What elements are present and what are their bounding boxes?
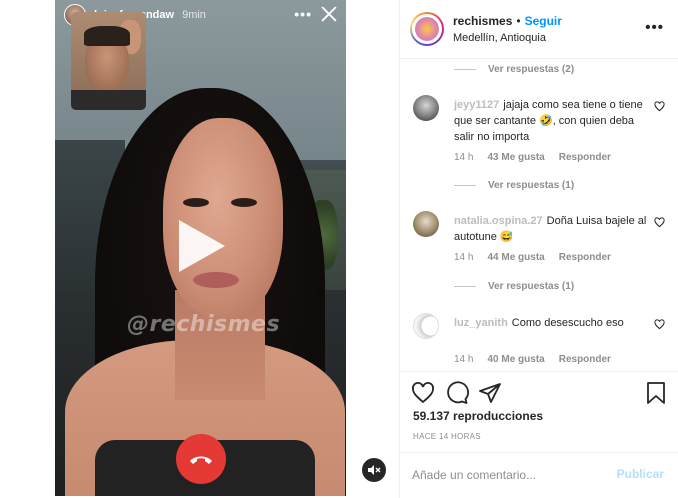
story-more-icon[interactable]: ••• xyxy=(294,6,312,22)
heart-icon[interactable] xyxy=(654,217,665,228)
person-eye-right xyxy=(231,198,257,207)
phone-hangup-icon xyxy=(190,456,212,464)
story-time: 9min xyxy=(182,9,206,21)
post-avatar[interactable] xyxy=(410,12,444,46)
add-comment-bar: Publicar xyxy=(400,452,678,496)
comment-avatar[interactable] xyxy=(413,211,439,237)
reply-button[interactable]: Responder xyxy=(559,152,611,163)
comment-likes[interactable]: 44 Me gusta xyxy=(487,252,544,263)
view-replies-button[interactable]: Ver respuestas (1) xyxy=(454,281,574,292)
reply-button[interactable]: Responder xyxy=(559,252,611,263)
comment-time: 14 h xyxy=(454,252,474,263)
speaker-muted-icon xyxy=(368,465,381,475)
view-replies-label: Ver respuestas (1) xyxy=(488,281,575,292)
comment-meta: 14 h 44 Me gusta Responder xyxy=(454,252,625,263)
comment-meta: 14 h 40 Me gusta Responder xyxy=(454,354,625,365)
view-replies-button[interactable]: Ver respuestas (2) xyxy=(454,64,574,75)
comment-username[interactable]: natalia.ospina.27 xyxy=(454,215,543,227)
post-location[interactable]: Medellín, Antioquia xyxy=(453,32,546,44)
person-eye-left xyxy=(183,198,209,207)
view-replies-button[interactable]: Ver respuestas (1) xyxy=(454,180,574,191)
comment-username[interactable]: jeyy1127 xyxy=(454,99,499,111)
comment-input[interactable] xyxy=(412,465,602,485)
mute-button[interactable] xyxy=(362,458,386,482)
post-avatar-ring xyxy=(412,14,442,44)
replies-dash xyxy=(454,286,476,287)
view-replies-label: Ver respuestas (1) xyxy=(488,180,575,191)
comment-icon[interactable] xyxy=(445,381,469,405)
post-actions: 59.137 reproducciones HACE 14 HORAS xyxy=(400,371,678,458)
pip-hair xyxy=(84,26,130,46)
view-replies-label: Ver respuestas (2) xyxy=(488,64,575,75)
post-username[interactable]: rechismes xyxy=(453,14,512,28)
replies-dash xyxy=(454,185,476,186)
heart-icon[interactable] xyxy=(411,381,435,405)
post-user-line: rechismes • Seguir xyxy=(453,14,562,28)
replies-dash xyxy=(454,69,476,70)
save-icon[interactable] xyxy=(644,381,668,405)
comment-likes[interactable]: 40 Me gusta xyxy=(487,354,544,365)
publish-button[interactable]: Publicar xyxy=(617,467,664,481)
follow-button[interactable]: Seguir xyxy=(525,14,562,28)
comment-text: jeyy1127 jajaja como sea tiene o tiene qu… xyxy=(454,97,650,145)
comment-meta: 14 h 43 Me gusta Responder xyxy=(454,152,625,163)
post-more-icon[interactable]: ••• xyxy=(645,19,664,36)
heart-icon[interactable] xyxy=(654,319,665,330)
pip-shirt xyxy=(71,90,146,110)
comment-avatar[interactable] xyxy=(413,95,439,121)
pip-video[interactable] xyxy=(71,12,146,110)
close-icon[interactable] xyxy=(318,3,340,25)
post-avatar-image xyxy=(415,17,439,41)
comment-time: 14 h xyxy=(454,354,474,365)
reply-button[interactable]: Responder xyxy=(559,354,611,365)
post-timestamp: HACE 14 HORAS xyxy=(413,432,481,441)
share-icon[interactable] xyxy=(478,381,502,405)
post-header: rechismes • Seguir Medellín, Antioquia ••• xyxy=(400,0,678,59)
post-separator: • xyxy=(516,14,521,28)
comment-likes[interactable]: 43 Me gusta xyxy=(487,152,544,163)
comment-username[interactable]: luz_yanith xyxy=(454,317,508,329)
post-panel: rechismes • Seguir Medellín, Antioquia •••… xyxy=(400,0,678,498)
comment-body: Como desescucho eso xyxy=(511,317,624,329)
story-video[interactable]: luisafernandaw 9min ••• @rechismes xyxy=(55,0,346,496)
watermark: @rechismes xyxy=(127,312,281,337)
play-icon[interactable] xyxy=(173,216,229,276)
comment-text: natalia.ospina.27 Doña Luisa bajele al au… xyxy=(454,213,650,245)
comment-text: luz_yanith Como desescucho eso xyxy=(454,315,650,331)
end-call-button[interactable] xyxy=(176,434,226,484)
comments-list[interactable]: Ver respuestas (2) jeyy1127 jajaja como s… xyxy=(400,60,678,370)
views-count[interactable]: 59.137 reproducciones xyxy=(413,409,543,423)
heart-icon[interactable] xyxy=(654,101,665,112)
comment-time: 14 h xyxy=(454,152,474,163)
comment-avatar[interactable] xyxy=(413,313,439,339)
media-pane: luisafernandaw 9min ••• @rechismes xyxy=(0,0,400,498)
